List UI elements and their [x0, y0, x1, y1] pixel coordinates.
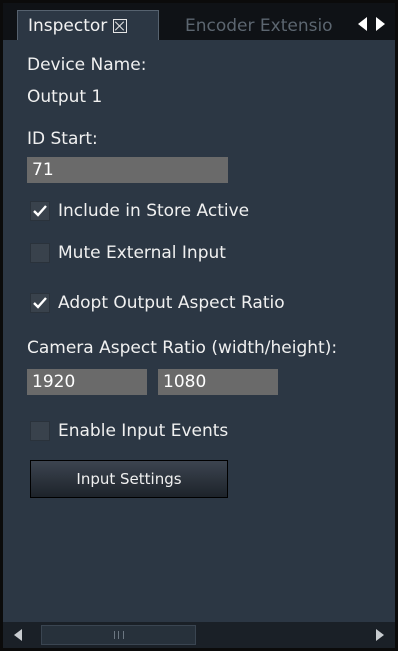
adopt-output-aspect-checkbox[interactable]: [30, 293, 50, 313]
camera-aspect-height-input[interactable]: 1080: [158, 369, 278, 395]
tab-encoder-extension[interactable]: Encoder Extensio: [163, 12, 353, 40]
grip-icon: [113, 631, 124, 639]
tab-encoder-extension-label: Encoder Extensio: [185, 16, 333, 36]
id-start-label: ID Start:: [27, 129, 98, 149]
triangle-right-icon: [376, 17, 385, 31]
mute-external-input-checkbox[interactable]: [30, 243, 50, 263]
horizontal-scrollbar[interactable]: [3, 622, 395, 648]
include-store-active-row[interactable]: Include in Store Active: [30, 201, 249, 221]
close-box-icon[interactable]: [113, 18, 128, 33]
adopt-output-aspect-label: Adopt Output Aspect Ratio: [58, 293, 285, 313]
input-settings-button[interactable]: Input Settings: [30, 460, 228, 498]
include-store-active-checkbox[interactable]: [30, 201, 50, 221]
tab-inspector-label: Inspector: [28, 15, 108, 36]
enable-input-events-checkbox[interactable]: [30, 421, 50, 441]
camera-aspect-width-input[interactable]: 1920: [27, 369, 147, 395]
id-start-input[interactable]: 71: [27, 157, 228, 183]
checkmark-icon: [33, 297, 47, 309]
mute-external-input-row[interactable]: Mute External Input: [30, 243, 226, 263]
checkmark-icon: [33, 205, 47, 217]
triangle-left-icon: [14, 629, 22, 641]
device-name-label: Device Name:: [27, 55, 147, 75]
tab-strip: Inspector Encoder Extensio: [3, 3, 395, 40]
scroll-right-button[interactable]: [365, 622, 395, 648]
tab-inspector[interactable]: Inspector: [17, 10, 159, 40]
enable-input-events-row[interactable]: Enable Input Events: [30, 421, 228, 441]
triangle-left-icon: [358, 17, 367, 31]
adopt-output-aspect-row[interactable]: Adopt Output Aspect Ratio: [30, 293, 285, 313]
inspector-window: Inspector Encoder Extensio Device Name: …: [3, 3, 395, 648]
device-name-value: Output 1: [27, 87, 103, 107]
tab-scroll-left-button[interactable]: [355, 14, 371, 34]
scrollbar-thumb[interactable]: [41, 625, 196, 645]
enable-input-events-label: Enable Input Events: [58, 421, 229, 441]
tab-scroll-right-button[interactable]: [373, 14, 389, 34]
camera-aspect-label: Camera Aspect Ratio (width/height):: [27, 338, 338, 358]
include-store-active-label: Include in Store Active: [58, 201, 250, 221]
triangle-right-icon: [376, 629, 384, 641]
scroll-left-button[interactable]: [3, 622, 33, 648]
mute-external-input-label: Mute External Input: [58, 243, 226, 263]
